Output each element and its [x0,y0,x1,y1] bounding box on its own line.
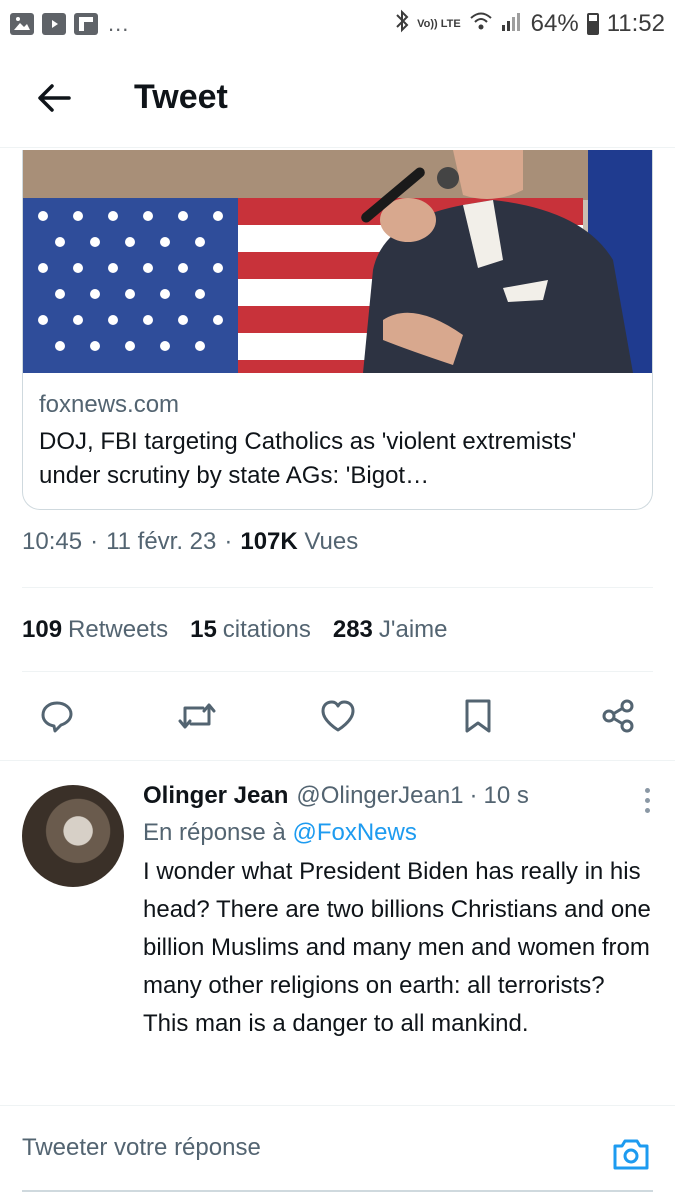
likes-count: 283 [332,615,373,643]
link-domain: foxnews.com [39,391,180,418]
more-notifications-indicator: ... [108,11,130,36]
quotes-label: citations [222,615,311,643]
views-count: 107K [240,528,298,555]
wifi-icon [469,10,493,39]
retweets-count: 109 [22,615,63,643]
camera-icon [613,1139,649,1170]
reply-text: I wonder what President Biden has really… [143,858,651,1037]
link-preview-image [23,150,652,373]
arrow-left-icon [38,83,71,112]
link-preview-card[interactable]: foxnews.com DOJ, FBI targeting Catholics… [22,150,653,510]
top-bar: Tweet [0,48,675,148]
camera-button[interactable] [611,1134,651,1174]
likes-stat[interactable]: 283 J'aime [333,616,448,644]
back-button[interactable] [24,68,84,128]
views-label: Vues [304,528,359,555]
input-underline [22,1190,653,1192]
reply-content: Olinger Jean @OlingerJean1 · 10 s En rép… [143,779,655,1043]
tweet-stats: 109 Retweets 15 citations 283 J'aime [22,588,653,672]
reply-tweet[interactable]: Olinger Jean @OlingerJean1 · 10 s En rép… [0,760,675,1105]
heart-icon [321,700,354,732]
youtube-icon [42,13,66,35]
more-dot [644,787,650,793]
retweets-label: Retweets [68,615,169,643]
likes-label: J'aime [378,615,448,643]
tweet-date: 11 févr. 23 [106,528,217,555]
retweet-icon [178,703,216,729]
reply-header: Olinger Jean @OlingerJean1 · 10 s [143,779,655,813]
reply-input[interactable]: Tweeter votre réponse [22,1134,261,1162]
tweet-actions [22,672,653,760]
avatar[interactable] [22,785,124,887]
page-title: Tweet [134,78,228,116]
status-bar-system: Vo)) LTE 64% 11:52 [395,9,665,40]
meta-separator: · [224,528,233,555]
replying-to-mention[interactable]: @FoxNews [292,819,416,846]
share-button[interactable] [595,693,641,739]
quotes-stat[interactable]: 15 citations [190,616,311,644]
tweet-time: 10:45 [22,528,83,555]
views[interactable]: 107K Vues [240,528,358,556]
clock: 11:52 [606,10,665,37]
replying-to-label: En réponse à [143,819,286,846]
signal-icon [501,10,523,39]
reply-separator: · [469,782,478,809]
more-options-button[interactable] [637,785,657,815]
quotes-count: 15 [190,615,217,643]
compose-bar: Tweeter votre réponse [0,1105,675,1200]
flipboard-icon [74,13,98,35]
network-type-label: Vo)) LTE [417,17,461,30]
more-dot [644,797,650,803]
link-title: DOJ, FBI targeting Catholics as 'violent… [39,428,577,489]
reply-author-name[interactable]: Olinger Jean [143,779,288,813]
share-icon [602,699,634,733]
reply-time: 10 s [483,782,529,809]
reply-icon [41,701,73,733]
status-bar-notifications: ... [10,11,129,37]
more-dot [644,807,650,813]
bluetooth-icon [395,9,409,40]
retweet-button[interactable] [174,693,220,739]
status-bar: ... Vo)) LTE 64% 11:52 [0,0,675,48]
retweets-stat[interactable]: 109 Retweets [22,616,168,644]
link-preview-text: foxnews.com DOJ, FBI targeting Catholics… [23,373,652,493]
tweet-meta: 10:45 · 11 févr. 23 · 107K Vues [22,528,653,588]
reply-author-handle[interactable]: @OlingerJean1 [296,779,463,813]
battery-icon [586,13,599,35]
battery-percent: 64% [530,10,579,37]
meta-separator: · [90,528,99,555]
replying-to: En réponse à @FoxNews [143,815,655,851]
like-button[interactable] [315,693,361,739]
bookmark-button[interactable] [455,693,501,739]
bookmark-icon [465,699,491,733]
reply-button[interactable] [34,693,80,739]
gallery-icon [10,13,34,35]
